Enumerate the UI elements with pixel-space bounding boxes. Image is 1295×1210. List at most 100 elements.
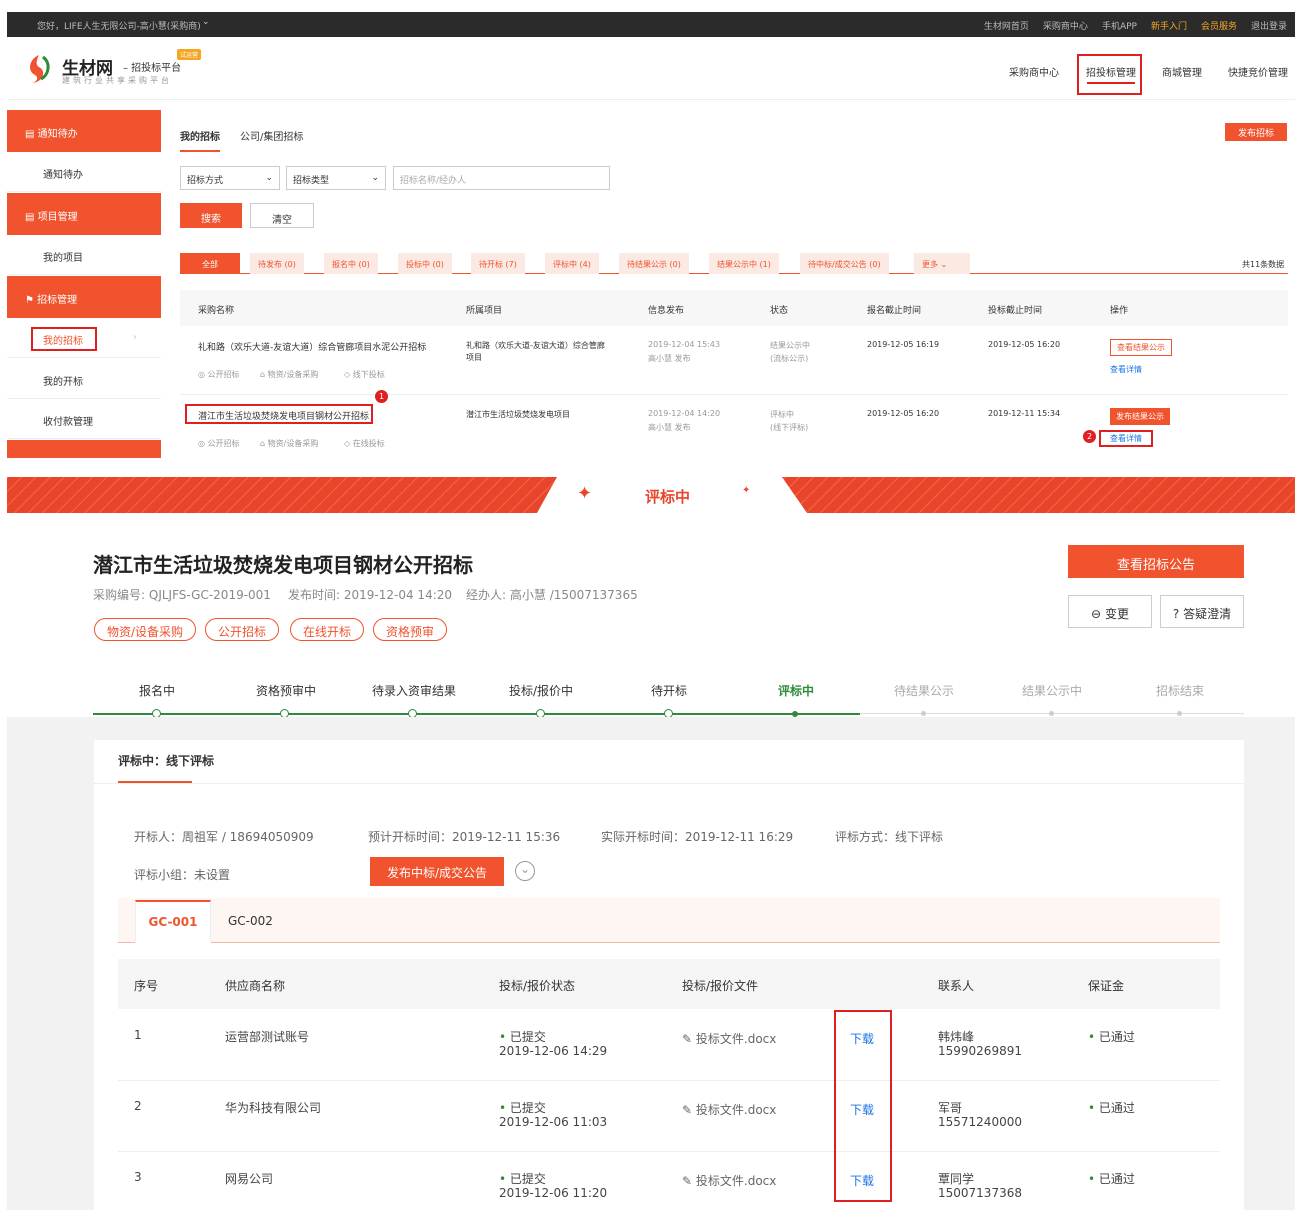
banner-title: 评标中 [645, 488, 691, 506]
tag-pill: 公开招标 [205, 618, 280, 641]
nav-quick-bidding[interactable]: 快捷竞价管理 [1228, 64, 1288, 79]
row2-name[interactable]: 潜江市生活垃圾焚烧发电项目钢材公开招标 [198, 409, 369, 422]
row-status: • 已提交 [499, 1030, 546, 1044]
chevron-down-icon[interactable]: ⌄ [202, 17, 210, 27]
tender-method-select[interactable]: 招标方式 ⌄ [180, 166, 280, 190]
purchase-code: 采购编号: QJLJFS-GC-2019-001 [93, 588, 271, 602]
link-beginner[interactable]: 新手入门 [1151, 19, 1187, 32]
search-input[interactable]: 招标名称/经办人 [393, 166, 610, 190]
tab-lot-gc001[interactable]: GC-001 [135, 900, 211, 943]
row2-status: 评标中 [770, 410, 794, 419]
sidebar-item-my-project[interactable]: 我的项目 [7, 235, 161, 275]
sidebar-section-project[interactable]: ▤ 项目管理 [7, 193, 161, 235]
evaluation-card: 评标中：线下评标 开标人：周祖军 / 18694050909 预计开标时间：20… [94, 740, 1244, 1210]
col-signup-deadline: 报名截止时间 [867, 306, 922, 316]
status-tab-bidding[interactable]: 投标中 (0) [398, 253, 452, 274]
row-status: • 已提交 [499, 1172, 546, 1186]
status-tab-all[interactable]: 全部 [180, 253, 240, 274]
row1-status: 结果公示中 [770, 341, 810, 350]
greeting[interactable]: 您好，LIFE人生无限公司-高小慧(采购商) [37, 19, 201, 32]
row1-name[interactable]: 礼和路（欢乐大道-友谊大道）综合管廊项目水泥公开招标 [198, 340, 426, 353]
row-file[interactable]: ✎ 投标文件.docx [682, 1101, 776, 1118]
sidebar-section-tender[interactable]: ⚑ 招标管理 [7, 276, 161, 318]
step-label: 待结果公示 [894, 684, 955, 698]
book-icon: ▤ [25, 212, 38, 223]
row-file[interactable]: ✎ 投标文件.docx [682, 1030, 776, 1047]
agent: 经办人: 高小慧 /15007137365 [466, 588, 638, 602]
stage-title: 评标中：线下评标 [118, 754, 215, 768]
nav-mall-management[interactable]: 商城管理 [1162, 64, 1202, 79]
status-tab-signup[interactable]: 报名中 (0) [324, 253, 378, 274]
publish-result-button[interactable]: 发布结果公示 [1110, 408, 1170, 425]
sidebar-section-notice[interactable]: ▤ 通知待办 [7, 110, 161, 152]
col-bid-file: 投标/报价文件 [682, 979, 759, 993]
view-notice-button[interactable]: 查看招标公告 [1068, 545, 1244, 578]
paperclip-icon: ✎ [682, 1103, 693, 1117]
logo-icon[interactable] [25, 53, 53, 85]
publish-time: 发布时间: 2019-12-04 14:20 [288, 588, 453, 602]
publish-tender-button[interactable]: 发布招标 [1225, 123, 1287, 141]
view-result-button[interactable]: 查看结果公示 [1110, 339, 1172, 356]
tab-company-tender[interactable]: 公司/集团招标 [240, 128, 303, 143]
step-label: 资格预审中 [256, 684, 317, 698]
status-tab-evaluating[interactable]: 评标中 (4) [545, 253, 599, 274]
divider [94, 783, 1244, 784]
chevron-down-icon[interactable]: ⌄ [515, 861, 535, 881]
sparkle-icon: ✦ [742, 485, 751, 496]
row1-tag: ◇ 线下投标 [344, 370, 385, 379]
sidebar-item-my-opening[interactable]: 我的开标 [7, 359, 161, 399]
tag-pill: 物资/设备采购 [94, 618, 197, 641]
chevron-down-icon: ⌄ [940, 260, 948, 269]
row-file[interactable]: ✎ 投标文件.docx [682, 1172, 776, 1189]
row2-tag: ◎ 公开招标 [198, 439, 240, 448]
eval-method: 评标方式：线下评标 [835, 830, 944, 844]
top-bar: 您好，LIFE人生无限公司-高小慧(采购商) ⌄ 生材网首页 采购商中心 手机A… [7, 12, 1295, 37]
logo-tagline: – 招投标平台 [123, 63, 182, 74]
tab-lot-gc002[interactable]: GC-002 [228, 914, 273, 928]
col-name: 采购名称 [198, 306, 235, 316]
sidebar: ▤ 通知待办 通知待办 ▤ 项目管理 我的项目 ⚑ 招标管理 我的招标 › 我的开… [7, 110, 161, 458]
link-buyer-center[interactable]: 采购商中心 [1043, 19, 1088, 32]
sidebar-item-payments[interactable]: 收付款管理 [7, 399, 161, 439]
link-member[interactable]: 会员服务 [1201, 19, 1237, 32]
row-contact: 覃同学 [938, 1172, 975, 1186]
row1-status-sub: (流标公示) [770, 354, 809, 363]
clear-button[interactable]: 清空 [250, 203, 314, 228]
status-tab-pending-result[interactable]: 待结果公示 (0) [619, 253, 689, 274]
qa-button[interactable]: ? 答疑澄清 [1160, 595, 1244, 628]
status-tab-pending-open[interactable]: 待开标 (7) [471, 253, 525, 274]
publish-award-button[interactable]: 发布中标/成交公告 [370, 857, 504, 886]
row-status: • 已提交 [499, 1101, 546, 1115]
row-time: 2019-12-06 11:03 [499, 1115, 608, 1129]
sidebar-item-notice[interactable]: 通知待办 [7, 152, 161, 192]
step-label-active: 评标中 [778, 684, 815, 698]
view-detail-link[interactable]: 查看详情 [1110, 433, 1142, 444]
col-actions: 操作 [1110, 306, 1129, 316]
row-divider [118, 1080, 1220, 1081]
row-supplier: 网易公司 [225, 1172, 274, 1186]
tab-my-tender[interactable]: 我的招标 [180, 128, 220, 143]
view-detail-link[interactable]: 查看详情 [1110, 364, 1142, 375]
marker-2: 2 [1083, 430, 1096, 443]
planned-open-time: 预计开标时间：2019-12-11 15:36 [368, 830, 561, 844]
col-project: 所属项目 [466, 306, 503, 316]
status-banner: ✦ ✦ 评标中 [7, 477, 1295, 513]
status-tab-result-public[interactable]: 结果公示中 (1) [709, 253, 779, 274]
tender-type-select[interactable]: 招标类型 ⌄ [286, 166, 386, 190]
highlight-box [31, 327, 97, 351]
status-tab-more[interactable]: 更多 ⌄ [914, 253, 970, 274]
tag-pill: 在线开标 [290, 618, 365, 641]
link-home[interactable]: 生材网首页 [984, 19, 1029, 32]
status-tab-pending-award[interactable]: 待中标/成交公告 (0) [800, 253, 889, 274]
link-mobile-app[interactable]: 手机APP [1102, 19, 1137, 32]
change-button[interactable]: ⊖ 变更 [1068, 595, 1152, 628]
logo-subtitle: 建筑行业共享采购平台 [62, 76, 172, 85]
row-phone: 15571240000 [938, 1115, 1022, 1129]
status-tab-pending-publish[interactable]: 待发布 (0) [250, 253, 304, 274]
link-logout[interactable]: 退出登录 [1251, 19, 1287, 32]
nav-buyer-center[interactable]: 采购商中心 [1009, 64, 1059, 79]
eval-group: 评标小组：未设置 [134, 868, 231, 882]
sidebar-section-more[interactable] [7, 440, 161, 458]
search-button[interactable]: 搜索 [180, 203, 242, 228]
row2-signup-deadline: 2019-12-05 16:20 [867, 409, 940, 418]
